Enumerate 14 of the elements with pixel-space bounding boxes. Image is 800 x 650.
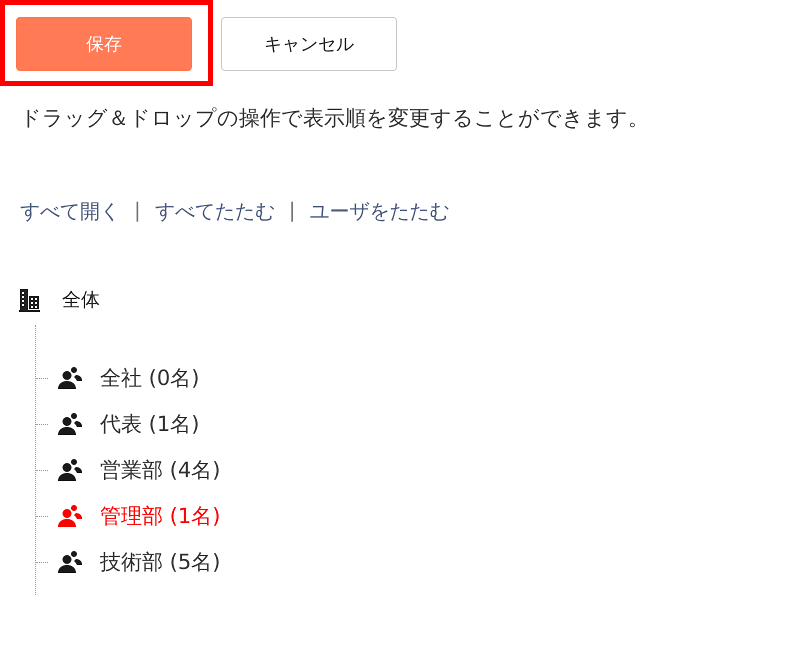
tree-link[interactable]: すべて開く bbox=[20, 198, 120, 225]
tree-node-label[interactable]: 管理部 (1名) bbox=[100, 502, 220, 530]
tree-root-label[interactable]: 全体 bbox=[62, 287, 100, 313]
tree-node-label[interactable]: 営業部 (4名) bbox=[100, 456, 220, 484]
tree-link[interactable]: ユーザをたたむ bbox=[310, 198, 450, 225]
building-icon bbox=[18, 288, 42, 312]
tree-link[interactable]: すべてたたむ bbox=[154, 198, 275, 225]
tree-node-label[interactable]: 技術部 (5名) bbox=[100, 548, 220, 576]
instruction-text: ドラッグ＆ドロップの操作で表示順を変更することができます。 bbox=[20, 105, 650, 132]
separator: | bbox=[134, 198, 141, 224]
tree-node-label[interactable]: 代表 (1名) bbox=[100, 410, 200, 438]
cancel-button[interactable]: キャンセル bbox=[221, 17, 397, 71]
tree-node-label[interactable]: 全社 (0名) bbox=[100, 364, 200, 392]
separator: | bbox=[288, 198, 296, 224]
